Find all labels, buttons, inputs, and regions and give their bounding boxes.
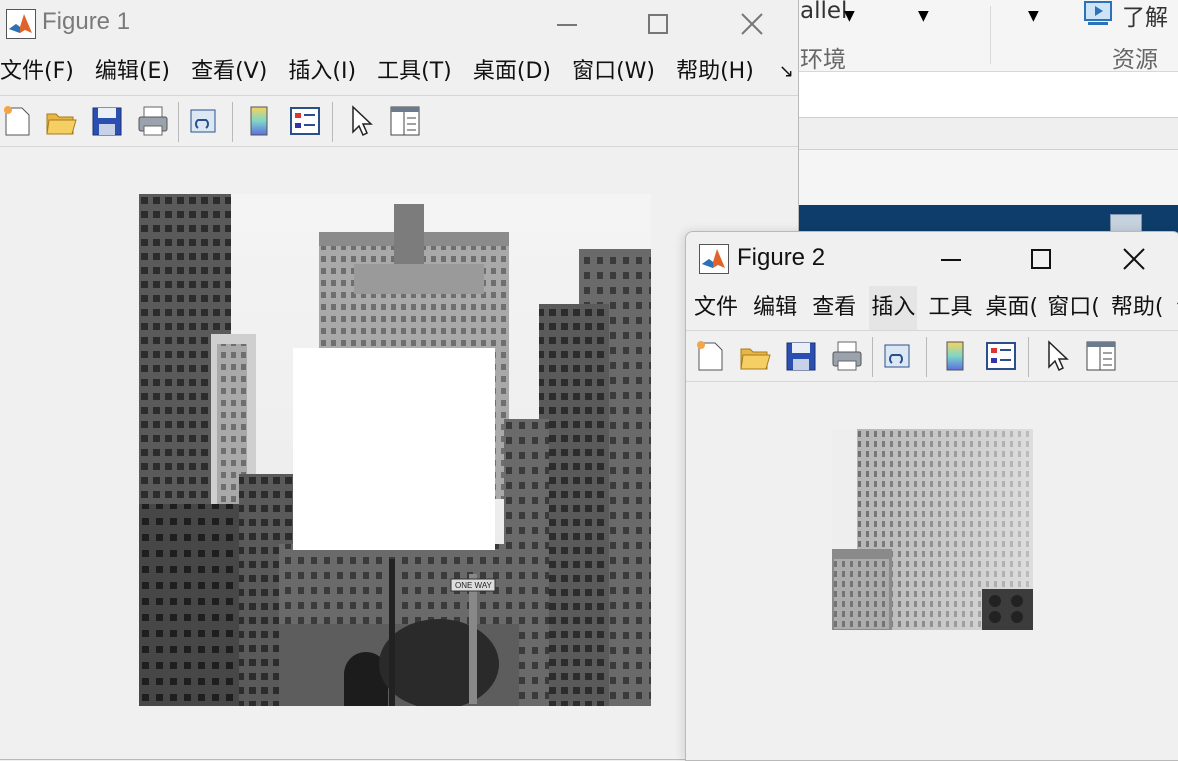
menu-help[interactable]: 帮助( (1111, 286, 1164, 330)
colorbar-icon[interactable] (242, 104, 276, 138)
minimize-icon[interactable] (927, 241, 975, 277)
minimize-icon[interactable] (543, 6, 591, 42)
toolbar-separator (872, 337, 873, 377)
file-browser-header (790, 118, 1178, 150)
figure2-menubar: 文件 编辑 查看 插入 工具 桌面( 窗口( 帮助( ↘ (686, 286, 1178, 330)
toolbar-separator (232, 102, 233, 142)
close-icon[interactable] (1110, 241, 1158, 277)
link-plot-icon[interactable] (882, 339, 916, 373)
figure1-toolbar (0, 95, 798, 147)
ribbon-parallel-label[interactable]: allel (800, 0, 847, 24)
legend-icon[interactable] (984, 339, 1018, 373)
toolbar-separator (1028, 337, 1029, 377)
figure2-image[interactable] (832, 429, 1033, 630)
menu-window[interactable]: 窗口( (1047, 286, 1100, 330)
chevron-down-icon[interactable]: ▼ (844, 8, 855, 24)
menu-edit[interactable]: 编辑(E) (95, 50, 170, 94)
figure1-titlebar[interactable]: Figure 1 (0, 0, 798, 46)
matlab-logo-icon (699, 244, 729, 274)
menu-insert[interactable]: 插入 (869, 286, 918, 330)
maximize-icon[interactable] (1017, 241, 1065, 277)
colorbar-icon[interactable] (938, 339, 972, 373)
figure2-window: Figure 2 文件 编辑 查看 插入 工具 桌面( 窗口( 帮助( ↘ (685, 231, 1178, 761)
legend-icon[interactable] (288, 104, 322, 138)
menu-file[interactable]: 文件 (694, 286, 738, 330)
property-inspector-icon[interactable] (1084, 339, 1118, 373)
menu-help[interactable]: 帮助(H) (676, 50, 754, 94)
figure2-toolbar (686, 330, 1178, 382)
toolbar-separator (332, 102, 333, 142)
matlab-logo-icon (6, 9, 36, 39)
menu-tools[interactable]: 工具 (928, 286, 972, 330)
menu-file[interactable]: 文件(F) (0, 50, 74, 94)
print-icon[interactable] (830, 339, 864, 373)
close-icon[interactable] (728, 6, 776, 42)
figure1-menubar: 文件(F) 编辑(E) 查看(V) 插入(I) 工具(T) 桌面(D) 窗口(W… (0, 50, 798, 94)
figure1-window: Figure 1 文件(F) 编辑(E) 查看(V) 插入(I) 工具(T) 桌… (0, 0, 799, 760)
toolbar-separator (178, 102, 179, 142)
pointer-icon[interactable] (344, 104, 378, 138)
print-icon[interactable] (136, 104, 170, 138)
pointer-icon[interactable] (1040, 339, 1074, 373)
open-file-icon[interactable] (738, 339, 772, 373)
ribbon-divider (990, 6, 991, 64)
save-icon[interactable] (784, 339, 818, 373)
menu-desktop[interactable]: 桌面(D) (473, 50, 551, 94)
maximize-icon[interactable] (634, 6, 682, 42)
ribbon-learn-label[interactable]: 了解 (1122, 0, 1168, 32)
new-figure-icon[interactable] (693, 339, 727, 373)
link-plot-icon[interactable] (188, 104, 222, 138)
save-icon[interactable] (90, 104, 124, 138)
new-figure-icon[interactable] (0, 104, 34, 138)
street-sign: ONE WAY (455, 581, 493, 590)
menu-view[interactable]: 查看 (812, 286, 856, 330)
property-inspector-icon[interactable] (388, 104, 422, 138)
open-file-icon[interactable] (44, 104, 78, 138)
chevron-down-icon[interactable]: ▼ (1028, 8, 1039, 24)
menu-view[interactable]: 查看(V) (191, 50, 267, 94)
menu-insert[interactable]: 插入(I) (288, 50, 356, 94)
figure1-title: Figure 1 (42, 8, 131, 35)
figure2-titlebar[interactable]: Figure 2 (686, 232, 1178, 280)
figure1-image[interactable]: ONE WAY (139, 194, 651, 706)
dock-arrow-icon[interactable]: ↘ (779, 50, 794, 94)
menu-window[interactable]: 窗口(W) (572, 50, 655, 94)
menu-edit[interactable]: 编辑 (753, 286, 797, 330)
figure2-title: Figure 2 (737, 244, 826, 271)
toolbar-separator (926, 337, 927, 377)
learn-icon[interactable] (1082, 0, 1114, 32)
ribbon-section-resources: 资源 (1112, 47, 1158, 73)
ribbon-section-environment: 环境 (800, 47, 846, 73)
menu-desktop[interactable]: 桌面( (986, 286, 1039, 330)
address-bar[interactable] (790, 72, 1178, 118)
dock-arrow-icon[interactable]: ↘ (1175, 286, 1178, 330)
menu-tools[interactable]: 工具(T) (377, 50, 452, 94)
chevron-down-icon[interactable]: ▼ (918, 8, 929, 24)
